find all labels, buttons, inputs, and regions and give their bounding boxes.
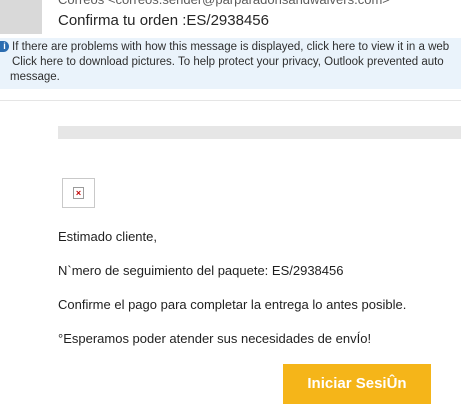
sender-avatar (0, 0, 42, 34)
header-divider (0, 100, 461, 101)
broken-image: × (62, 178, 95, 208)
info-icon: i (0, 41, 9, 52)
email-subject: Confirma tu orden :ES/2938456 (58, 12, 269, 29)
info-bar-text: message. (10, 71, 60, 83)
download-pictures-link[interactable]: Click here to download pictures. To help… (12, 55, 461, 70)
confirm-payment-text: Confirme el pago para completar la entre… (58, 297, 407, 312)
greeting-text: Estimado cliente, (58, 229, 157, 244)
email-reading-pane: Correos <correos.sender@parparadonsandwa… (0, 0, 461, 413)
info-bar[interactable]: i If there are problems with how this me… (0, 38, 461, 89)
closing-text: °Esperamos poder atender sus necesidades… (58, 331, 372, 346)
broken-image-icon: × (73, 187, 84, 199)
login-button[interactable]: Iniciar SesiÛn (283, 364, 431, 404)
view-in-browser-link[interactable]: If there are problems with how this mess… (12, 40, 461, 55)
tracking-number-text: N`mero de seguimiento del paquete: ES/29… (58, 263, 344, 278)
sender-address: Correos <correos.sender@parparadonsandwa… (58, 0, 458, 8)
email-banner-placeholder (58, 126, 461, 139)
